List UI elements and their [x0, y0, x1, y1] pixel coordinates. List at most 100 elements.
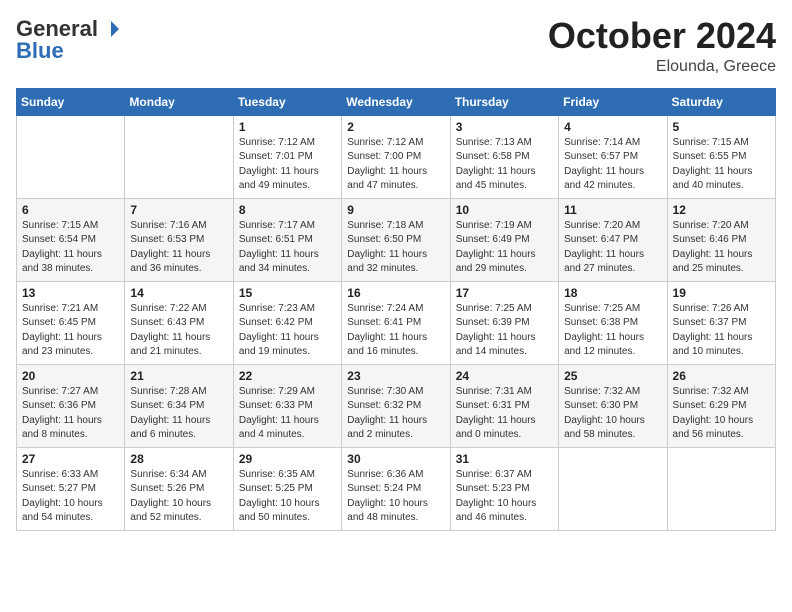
calendar-header-row: Sunday Monday Tuesday Wednesday Thursday… [17, 88, 776, 115]
calendar-week-row: 13 Sunrise: 7:21 AM Sunset: 6:45 PM Dayli… [17, 281, 776, 364]
day-number: 22 [239, 369, 336, 383]
day-info: Sunrise: 7:15 AM Sunset: 6:54 PM Dayligh… [22, 219, 119, 277]
calendar-table: Sunday Monday Tuesday Wednesday Thursday… [16, 88, 776, 531]
table-row: 21Sunrise: 7:28 AM Sunset: 6:34 PM Dayli… [125, 364, 233, 447]
day-number: 27 [22, 452, 119, 466]
day-info: Sunrise: 7:19 AM Sunset: 6:49 PM Dayligh… [456, 219, 553, 277]
table-row: 13 Sunrise: 7:21 AM Sunset: 6:45 PM Dayli… [17, 281, 125, 364]
day-number: 24 [456, 369, 553, 383]
table-row: 11 Sunrise: 7:20 AM Sunset: 6:47 PM Dayli… [559, 198, 667, 281]
table-row: 27 Sunrise: 6:33 AM Sunset: 5:27 PM Dayli… [17, 447, 125, 530]
day-info: Sunrise: 7:17 AM Sunset: 6:51 PM Dayligh… [239, 219, 336, 277]
col-thursday: Thursday [450, 88, 558, 115]
day-number: 15 [239, 286, 336, 300]
day-info: Sunrise: 7:24 AM Sunset: 6:41 PM Dayligh… [347, 302, 444, 360]
table-row: 2 Sunrise: 7:12 AM Sunset: 7:00 PM Daylig… [342, 115, 450, 198]
day-number: 2 [347, 120, 444, 134]
day-number: 26 [673, 369, 770, 383]
day-info: Sunrise: 7:25 AM Sunset: 6:39 PM Dayligh… [456, 302, 553, 360]
day-number: 28 [130, 452, 227, 466]
day-info: Sunrise: 6:35 AM Sunset: 5:25 PM Dayligh… [239, 468, 336, 526]
calendar-location: Elounda, Greece [548, 58, 776, 76]
calendar-title: October 2024 [548, 16, 776, 56]
table-row: 5 Sunrise: 7:15 AM Sunset: 6:55 PM Daylig… [667, 115, 775, 198]
table-row: 12 Sunrise: 7:20 AM Sunset: 6:46 PM Dayli… [667, 198, 775, 281]
day-number: 11 [564, 203, 661, 217]
table-row: 19 Sunrise: 7:26 AM Sunset: 6:37 PM Dayli… [667, 281, 775, 364]
page-header: General Blue October 2024 Elounda, Greec… [16, 16, 776, 76]
day-number: 23 [347, 369, 444, 383]
table-row [17, 115, 125, 198]
table-row: 26Sunrise: 7:32 AM Sunset: 6:29 PM Dayli… [667, 364, 775, 447]
day-number: 1 [239, 120, 336, 134]
day-info: Sunrise: 7:26 AM Sunset: 6:37 PM Dayligh… [673, 302, 770, 360]
day-info: Sunrise: 6:34 AM Sunset: 5:26 PM Dayligh… [130, 468, 227, 526]
day-number: 7 [130, 203, 227, 217]
day-info: Sunrise: 7:18 AM Sunset: 6:50 PM Dayligh… [347, 219, 444, 277]
day-number: 4 [564, 120, 661, 134]
col-wednesday: Wednesday [342, 88, 450, 115]
day-number: 20 [22, 369, 119, 383]
day-info: Sunrise: 7:32 AM Sunset: 6:30 PM Dayligh… [564, 385, 661, 443]
day-number: 25 [564, 369, 661, 383]
table-row: 28 Sunrise: 6:34 AM Sunset: 5:26 PM Dayli… [125, 447, 233, 530]
table-row: 9 Sunrise: 7:18 AM Sunset: 6:50 PM Daylig… [342, 198, 450, 281]
day-info: Sunrise: 7:13 AM Sunset: 6:58 PM Dayligh… [456, 136, 553, 194]
table-row: 10 Sunrise: 7:19 AM Sunset: 6:49 PM Dayli… [450, 198, 558, 281]
day-number: 10 [456, 203, 553, 217]
day-info: Sunrise: 6:37 AM Sunset: 5:23 PM Dayligh… [456, 468, 553, 526]
day-info: Sunrise: 7:12 AM Sunset: 7:01 PM Dayligh… [239, 136, 336, 194]
day-number: 16 [347, 286, 444, 300]
day-number: 6 [22, 203, 119, 217]
day-info: Sunrise: 7:29 AM Sunset: 6:33 PM Dayligh… [239, 385, 336, 443]
day-info: Sunrise: 7:21 AM Sunset: 6:45 PM Dayligh… [22, 302, 119, 360]
table-row: 18 Sunrise: 7:25 AM Sunset: 6:38 PM Dayli… [559, 281, 667, 364]
calendar-week-row: 1 Sunrise: 7:12 AM Sunset: 7:01 PM Daylig… [17, 115, 776, 198]
table-row: 25 Sunrise: 7:32 AM Sunset: 6:30 PM Dayli… [559, 364, 667, 447]
day-number: 13 [22, 286, 119, 300]
table-row: 24Sunrise: 7:31 AM Sunset: 6:31 PM Dayli… [450, 364, 558, 447]
day-number: 21 [130, 369, 227, 383]
table-row: 8 Sunrise: 7:17 AM Sunset: 6:51 PM Daylig… [233, 198, 341, 281]
table-row [559, 447, 667, 530]
title-block: October 2024 Elounda, Greece [548, 16, 776, 76]
table-row [125, 115, 233, 198]
table-row: 7Sunrise: 7:16 AM Sunset: 6:53 PM Daylig… [125, 198, 233, 281]
table-row: 17 Sunrise: 7:25 AM Sunset: 6:39 PM Dayli… [450, 281, 558, 364]
day-info: Sunrise: 6:36 AM Sunset: 5:24 PM Dayligh… [347, 468, 444, 526]
table-row: 31Sunrise: 6:37 AM Sunset: 5:23 PM Dayli… [450, 447, 558, 530]
day-number: 17 [456, 286, 553, 300]
day-info: Sunrise: 7:23 AM Sunset: 6:42 PM Dayligh… [239, 302, 336, 360]
table-row: 4Sunrise: 7:14 AM Sunset: 6:57 PM Daylig… [559, 115, 667, 198]
col-monday: Monday [125, 88, 233, 115]
day-number: 18 [564, 286, 661, 300]
table-row: 16 Sunrise: 7:24 AM Sunset: 6:41 PM Dayli… [342, 281, 450, 364]
table-row: 6 Sunrise: 7:15 AM Sunset: 6:54 PM Daylig… [17, 198, 125, 281]
col-friday: Friday [559, 88, 667, 115]
day-number: 12 [673, 203, 770, 217]
table-row: 23 Sunrise: 7:30 AM Sunset: 6:32 PM Dayli… [342, 364, 450, 447]
day-number: 8 [239, 203, 336, 217]
table-row: 15 Sunrise: 7:23 AM Sunset: 6:42 PM Dayli… [233, 281, 341, 364]
logo-blue-text: Blue [16, 38, 64, 64]
day-number: 9 [347, 203, 444, 217]
table-row: 3Sunrise: 7:13 AM Sunset: 6:58 PM Daylig… [450, 115, 558, 198]
day-info: Sunrise: 7:30 AM Sunset: 6:32 PM Dayligh… [347, 385, 444, 443]
day-info: Sunrise: 7:25 AM Sunset: 6:38 PM Dayligh… [564, 302, 661, 360]
day-number: 19 [673, 286, 770, 300]
logo: General Blue [16, 16, 121, 64]
table-row: 30Sunrise: 6:36 AM Sunset: 5:24 PM Dayli… [342, 447, 450, 530]
day-info: Sunrise: 7:27 AM Sunset: 6:36 PM Dayligh… [22, 385, 119, 443]
table-row: 14Sunrise: 7:22 AM Sunset: 6:43 PM Dayli… [125, 281, 233, 364]
day-info: Sunrise: 7:20 AM Sunset: 6:47 PM Dayligh… [564, 219, 661, 277]
table-row: 1 Sunrise: 7:12 AM Sunset: 7:01 PM Daylig… [233, 115, 341, 198]
table-row: 29Sunrise: 6:35 AM Sunset: 5:25 PM Dayli… [233, 447, 341, 530]
day-info: Sunrise: 7:20 AM Sunset: 6:46 PM Dayligh… [673, 219, 770, 277]
day-info: Sunrise: 6:33 AM Sunset: 5:27 PM Dayligh… [22, 468, 119, 526]
day-number: 5 [673, 120, 770, 134]
day-info: Sunrise: 7:15 AM Sunset: 6:55 PM Dayligh… [673, 136, 770, 194]
day-info: Sunrise: 7:12 AM Sunset: 7:00 PM Dayligh… [347, 136, 444, 194]
table-row [667, 447, 775, 530]
table-row: 22 Sunrise: 7:29 AM Sunset: 6:33 PM Dayli… [233, 364, 341, 447]
col-saturday: Saturday [667, 88, 775, 115]
